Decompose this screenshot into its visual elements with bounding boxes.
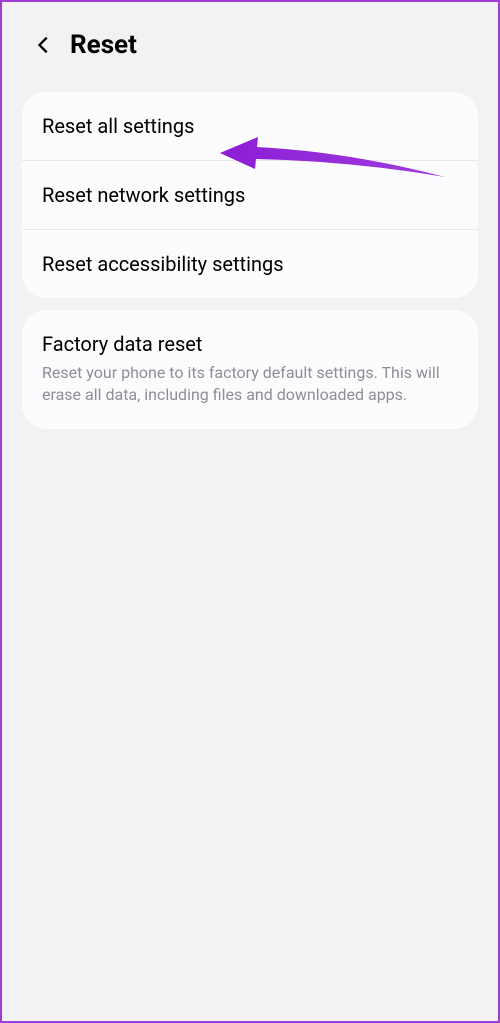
list-item-description: Reset your phone to its factory default … <box>42 362 458 407</box>
list-item-label: Reset accessibility settings <box>42 252 458 276</box>
reset-all-settings-item[interactable]: Reset all settings <box>22 92 478 160</box>
factory-data-reset-item[interactable]: Factory data reset Reset your phone to i… <box>22 310 478 429</box>
factory-reset-card: Factory data reset Reset your phone to i… <box>22 310 478 429</box>
list-item-label: Reset all settings <box>42 114 458 138</box>
chevron-left-icon <box>33 34 55 56</box>
page-title: Reset <box>70 30 137 60</box>
list-item-label: Reset network settings <box>42 183 458 207</box>
reset-options-card: Reset all settings Reset network setting… <box>22 92 478 298</box>
reset-network-settings-item[interactable]: Reset network settings <box>22 160 478 229</box>
header: Reset <box>2 2 498 80</box>
back-button[interactable] <box>30 31 58 59</box>
list-item-label: Factory data reset <box>42 332 458 356</box>
reset-accessibility-settings-item[interactable]: Reset accessibility settings <box>22 229 478 298</box>
